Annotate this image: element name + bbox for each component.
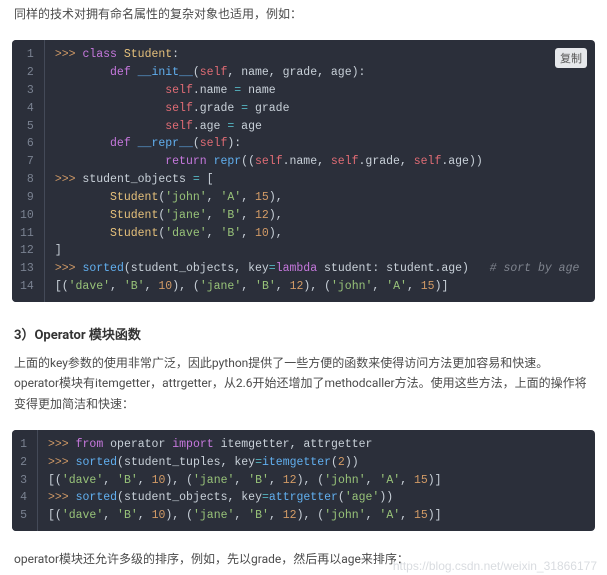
code-line: [('dave', 'B', 10), ('jane', 'B', 12), (… [55,278,585,296]
line-number: 4 [16,100,38,118]
code-line: >>> sorted(student_objects, key=lambda s… [55,260,585,278]
line-number: 9 [16,189,38,207]
code-line: ] [55,242,585,260]
line-number: 2 [16,64,38,82]
code-line: >>> student_objects = [ [55,171,585,189]
line-number: 1 [16,46,38,64]
code-line: [('dave', 'B', 10), ('jane', 'B', 12), (… [48,507,585,525]
section-heading: 3）Operator 模块函数 [0,310,607,349]
code-line: self.name = name [55,82,585,100]
code-line: Student('dave', 'B', 10), [55,225,585,243]
line-number: 2 [16,454,31,472]
line-number: 6 [16,135,38,153]
code-line: Student('jane', 'B', 12), [55,207,585,225]
line-number: 5 [16,507,31,525]
line-number: 1 [16,436,31,454]
line-number: 8 [16,171,38,189]
code-block-1: 复制 1234567891011121314 >>> class Student… [12,40,595,301]
code-area: >>> class Student: def __init__(self, na… [45,40,595,301]
line-number: 14 [16,278,38,296]
line-number: 3 [16,472,31,490]
code-line: def __init__(self, name, grade, age): [55,64,585,82]
code-line: >>> class Student: [55,46,585,64]
code-line: self.age = age [55,118,585,136]
code-line: >>> sorted(student_tuples, key=itemgette… [48,454,585,472]
line-number: 5 [16,118,38,136]
line-number: 13 [16,260,38,278]
copy-button[interactable]: 复制 [555,48,587,68]
code-line: def __repr__(self): [55,135,585,153]
code-line: >>> from operator import itemgetter, att… [48,436,585,454]
code-line: [('dave', 'B', 10), ('jane', 'B', 12), (… [48,472,585,490]
code-line: return repr((self.name, self.grade, self… [55,153,585,171]
code-line: >>> sorted(student_objects, key=attrgett… [48,489,585,507]
line-gutter: 1234567891011121314 [12,40,45,301]
line-number: 4 [16,489,31,507]
code-block-2: 12345 >>> from operator import itemgette… [12,430,595,531]
middle-paragraph: 上面的key参数的使用非常广泛，因此python提供了一些方便的函数来使得访问方… [0,349,607,424]
line-number: 10 [16,207,38,225]
line-number: 12 [16,242,38,260]
line-number: 7 [16,153,38,171]
bottom-paragraph: operator模块还允许多级的排序，例如，先以grade，然后再以age来排序… [0,539,607,575]
line-number: 11 [16,225,38,243]
line-number: 3 [16,82,38,100]
code-line: self.grade = grade [55,100,585,118]
intro-paragraph: 同样的技术对拥有命名属性的复杂对象也适用，例如： [0,0,607,34]
line-gutter: 12345 [12,430,38,531]
code-line: Student('john', 'A', 15), [55,189,585,207]
code-area: >>> from operator import itemgetter, att… [38,430,595,531]
